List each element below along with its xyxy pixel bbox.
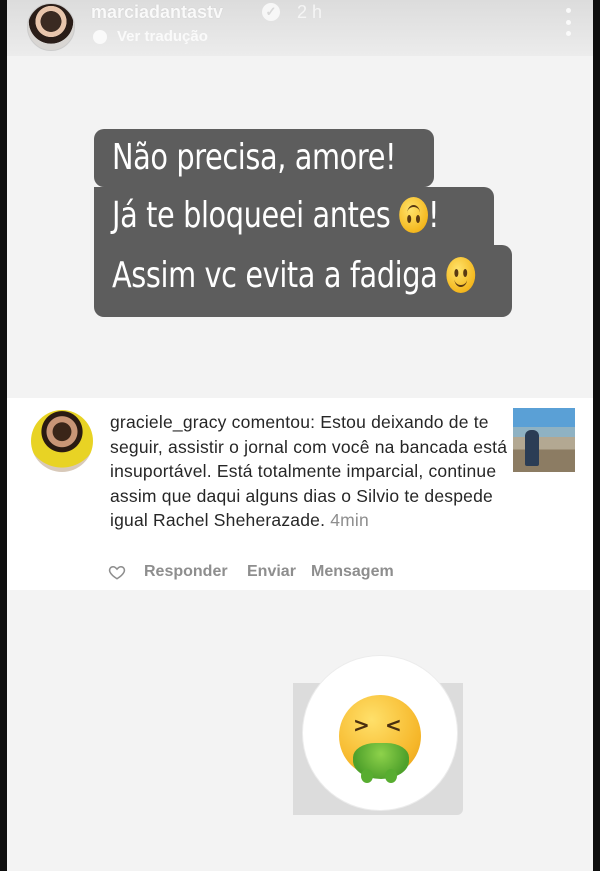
send-button[interactable]: Enviar bbox=[247, 563, 296, 581]
message-button[interactable]: Mensagem bbox=[311, 563, 394, 581]
verified-icon: ✓ bbox=[262, 3, 280, 21]
translate-label: Ver tradução bbox=[117, 28, 208, 45]
translate-icon bbox=[93, 29, 107, 44]
smiling-face-emoji bbox=[446, 257, 475, 293]
profile-username[interactable]: marciadantastv bbox=[91, 2, 223, 23]
comment-card[interactable]: graciele_gracy comentou: Estou deixando … bbox=[7, 398, 593, 590]
story-frame: marciadantastv ✓ 2 h Ver tradução Não pr… bbox=[7, 0, 593, 871]
comment-text: graciele_gracy comentou: Estou deixando … bbox=[110, 410, 510, 533]
caption-line-1: Não precisa, amore! bbox=[112, 137, 397, 178]
heart-icon[interactable] bbox=[108, 563, 126, 581]
commenter-avatar[interactable] bbox=[31, 410, 93, 472]
story-header: marciadantastv ✓ 2 h Ver tradução bbox=[7, 0, 593, 56]
comment-time: 4min bbox=[330, 510, 369, 530]
caption-line-3: Assim vc evita a fadiga bbox=[112, 255, 475, 296]
post-thumbnail[interactable] bbox=[513, 408, 575, 472]
upside-down-face-emoji bbox=[399, 197, 428, 233]
vomiting-face-emoji: > < bbox=[339, 695, 421, 783]
reply-button[interactable]: Responder bbox=[144, 563, 228, 581]
profile-avatar[interactable] bbox=[27, 3, 75, 51]
caption-line-2: Já te bloqueei antes ! bbox=[112, 195, 440, 236]
commenter-username[interactable]: graciele_gracy bbox=[110, 412, 227, 432]
more-options-icon[interactable] bbox=[565, 8, 571, 36]
translate-row[interactable]: Ver tradução bbox=[93, 28, 208, 45]
post-time: 2 h bbox=[297, 2, 323, 22]
